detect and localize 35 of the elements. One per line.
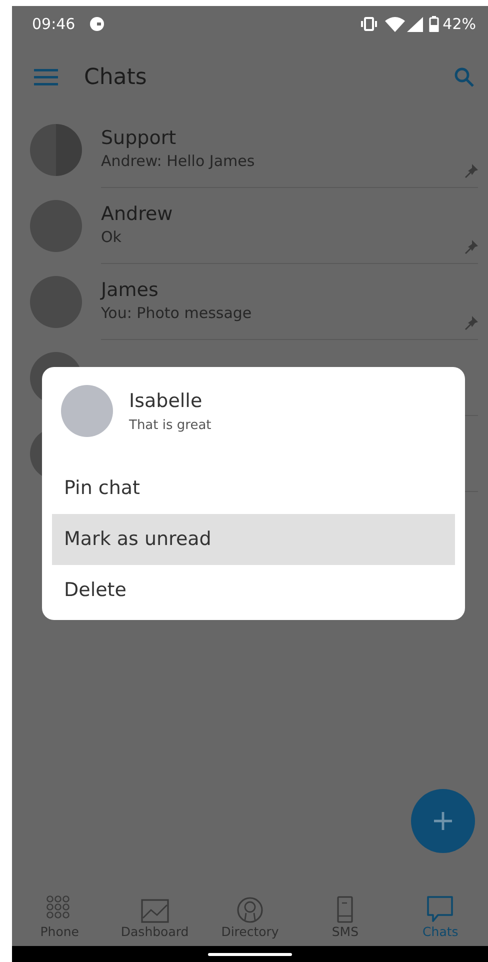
chat-name[interactable]: Andrew (101, 202, 478, 226)
g-icon (89, 16, 106, 32)
search-icon[interactable] (454, 67, 474, 87)
nav-tab[interactable]: Dashboard (107, 890, 202, 946)
person-icon (237, 897, 263, 924)
signal-icon (406, 16, 423, 32)
chat-preview: Andrew: Hello James (101, 150, 256, 172)
contact-name: Isabelle (129, 389, 204, 414)
avatar (61, 385, 113, 437)
battery-percent: 42% (442, 14, 476, 35)
vibrate-icon (360, 17, 377, 31)
menu-item[interactable]: Mark as unread (52, 514, 455, 565)
mobile-icon (337, 896, 354, 924)
battery-icon (428, 16, 439, 32)
chart-icon (140, 899, 169, 924)
avatar (30, 200, 82, 252)
status-time: 09:46 (32, 14, 76, 35)
plus-icon (433, 811, 453, 831)
avatar (30, 276, 82, 328)
nav-tab[interactable]: Chats (392, 890, 488, 946)
chat-bubble-icon (426, 895, 454, 924)
wifi-icon (384, 16, 405, 32)
menu-item[interactable]: Delete (52, 565, 455, 616)
menu-icon[interactable] (34, 68, 58, 86)
menu-item[interactable]: Pin chat (52, 463, 455, 514)
nav-tab[interactable]: Directory (202, 890, 298, 946)
chat-name[interactable]: James (101, 278, 478, 302)
chat-name[interactable]: Support (101, 126, 478, 150)
screen-title: Chats (84, 64, 147, 92)
chat-preview: You: Photo message (101, 302, 253, 324)
message-preview: That is great (129, 416, 212, 434)
nav-tab[interactable]: SMS (298, 890, 393, 946)
group-avatar (30, 124, 82, 176)
chat-preview: Ok (101, 226, 122, 248)
nav-tab[interactable]: Phone (12, 890, 108, 946)
